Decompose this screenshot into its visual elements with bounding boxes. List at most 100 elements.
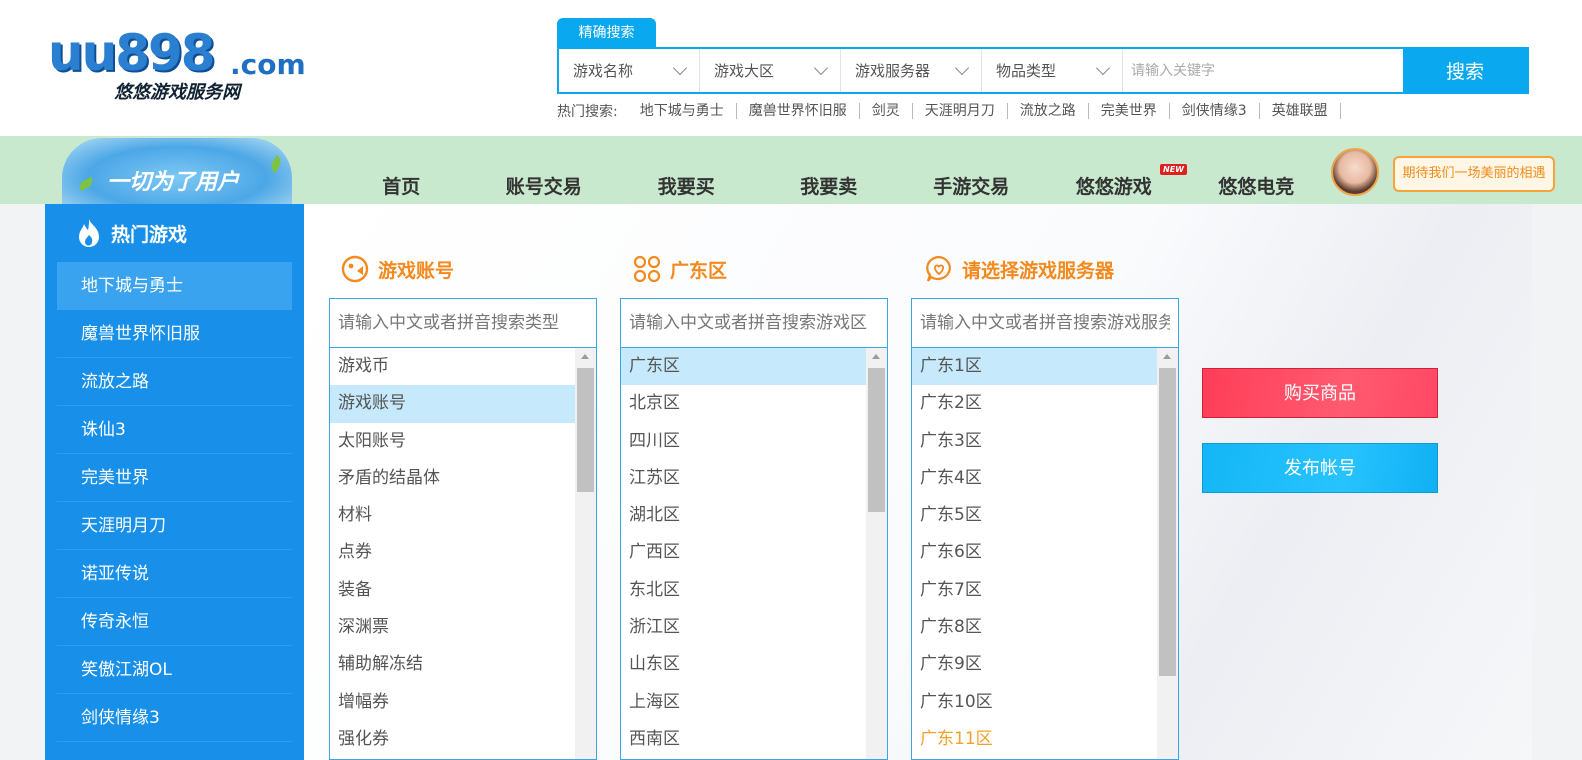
game-server-select[interactable]: 游戏服务器 — [841, 49, 982, 92]
list-item[interactable]: 广东7区 — [912, 572, 1158, 609]
logo-domain: .com — [230, 48, 306, 81]
column-title-server: 请选择游戏服务器 — [924, 254, 1114, 284]
sidebar-item-noah[interactable]: 诺亚传说 — [57, 550, 292, 598]
list-item[interactable]: 广东3区 — [912, 423, 1158, 460]
region-search-input[interactable] — [621, 299, 887, 348]
list-item[interactable]: 广东4区 — [912, 460, 1158, 497]
list-item[interactable]: 深渊票 — [330, 609, 576, 646]
list-item[interactable]: 游戏账号 — [330, 385, 576, 423]
category-list-box: 游戏币 游戏账号 太阳账号 矛盾的结晶体 材料 点券 装备 深渊票 辅助解冻结 … — [329, 298, 597, 760]
hot-search-link[interactable]: 地下城与勇士 — [628, 103, 737, 119]
chevron-down-icon — [954, 60, 970, 76]
precise-search-tab[interactable]: 精确搜索 — [557, 18, 656, 48]
sidebar-item-legend-eternal[interactable]: 传奇永恒 — [57, 598, 292, 646]
list-item[interactable]: 强化券 — [330, 721, 576, 758]
site-logo[interactable]: uu898 .com 悠悠游戏服务网 — [48, 24, 306, 104]
keyword-search-input[interactable] — [1123, 49, 1403, 92]
scroll-up-arrow-icon[interactable] — [581, 354, 589, 359]
buy-goods-button[interactable]: 购买商品 — [1202, 368, 1438, 418]
sidebar-item-perfect-world[interactable]: 完美世界 — [57, 454, 292, 502]
list-item[interactable]: 东北区 — [621, 572, 867, 609]
scrollbar[interactable] — [575, 348, 596, 759]
list-item[interactable]: 四川区 — [621, 423, 867, 460]
game-name-select[interactable]: 游戏名称 — [559, 49, 700, 92]
server-search-input[interactable] — [912, 299, 1178, 348]
list-item[interactable]: 上海区 — [621, 684, 867, 721]
list-item[interactable]: 装备 — [330, 572, 576, 609]
column-title-text: 游戏账号 — [378, 259, 455, 282]
publish-account-button[interactable]: 发布帐号 — [1202, 443, 1438, 493]
list-item[interactable]: 西南区 — [621, 721, 867, 758]
list-item[interactable]: 广东9区 — [912, 646, 1158, 683]
list-item[interactable]: 广东6区 — [912, 534, 1158, 571]
list-item[interactable]: 广东区 — [621, 348, 867, 386]
game-name-select-label: 游戏名称 — [573, 62, 634, 80]
list-item[interactable]: 广西区 — [621, 534, 867, 571]
list-item[interactable]: 北京区 — [621, 385, 867, 422]
nav-uu-games[interactable]: 悠悠游戏 NEW — [1043, 164, 1187, 199]
list-item[interactable]: 广东5区 — [912, 497, 1158, 534]
hot-search-link[interactable]: 剑灵 — [860, 103, 913, 119]
sidebar-item-xiaoao[interactable]: 笑傲江湖OL — [57, 646, 292, 694]
hot-search-link[interactable]: 剑侠情缘3 — [1170, 103, 1260, 119]
nav-sell[interactable]: 我要卖 — [758, 172, 901, 199]
list-item[interactable]: 湖北区 — [621, 497, 867, 534]
chat-heart-icon — [926, 255, 951, 282]
flame-icon — [79, 219, 99, 247]
sidebar-header: 热门游戏 — [45, 204, 304, 262]
list-item[interactable]: 太阳账号 — [330, 423, 576, 460]
list-item[interactable]: 浙江区 — [621, 609, 867, 646]
nav-home[interactable]: 首页 — [330, 172, 473, 199]
list-item[interactable]: 广东11区 — [912, 721, 1158, 758]
game-region-select[interactable]: 游戏大区 — [700, 49, 841, 92]
scrollbar-thumb[interactable] — [1159, 368, 1176, 676]
main-nav: 首页 账号交易 我要买 我要卖 手游交易 悠悠游戏 NEW 悠悠电竞 — [330, 164, 1328, 199]
category-search-input[interactable] — [330, 299, 596, 348]
scrollbar[interactable] — [866, 348, 887, 759]
hot-search-link[interactable]: 天涯明月刀 — [913, 103, 1008, 119]
item-type-select[interactable]: 物品类型 — [982, 49, 1123, 92]
nav-uu-esports[interactable]: 悠悠电竞 — [1185, 172, 1328, 199]
nav-account-trade[interactable]: 账号交易 — [473, 172, 616, 199]
sidebar-item-jx3[interactable]: 剑侠情缘3 — [57, 694, 292, 742]
hot-search-link[interactable]: 流放之路 — [1008, 103, 1089, 119]
nav-mobile-trade[interactable]: 手游交易 — [900, 172, 1043, 199]
sidebar-item-wow-classic[interactable]: 魔兽世界怀旧服 — [57, 310, 292, 358]
list-item[interactable]: 广东1区 — [912, 348, 1158, 386]
region-list: 广东区 北京区 四川区 江苏区 湖北区 广西区 东北区 浙江区 山东区 上海区 … — [621, 348, 867, 758]
scroll-up-arrow-icon[interactable] — [1163, 354, 1171, 359]
column-title-region: 广东区 — [632, 254, 727, 284]
scrollbar[interactable] — [1157, 348, 1178, 759]
list-item[interactable]: 增幅券 — [330, 684, 576, 721]
column-title-text: 请选择游戏服务器 — [962, 259, 1115, 282]
list-item[interactable]: 广东10区 — [912, 684, 1158, 721]
column-title-category: 游戏账号 — [340, 254, 454, 284]
scrollbar-thumb[interactable] — [577, 368, 594, 492]
sidebar-item-dnf[interactable]: 地下城与勇士 — [57, 262, 292, 310]
hot-search-label: 热门搜索: — [557, 104, 618, 120]
list-item[interactable]: 点券 — [330, 534, 576, 571]
hot-search-link[interactable]: 魔兽世界怀旧服 — [737, 103, 860, 119]
slogan-text: 一切为了用户 — [107, 170, 240, 195]
category-list: 游戏币 游戏账号 太阳账号 矛盾的结晶体 材料 点券 装备 深渊票 辅助解冻结 … — [330, 348, 576, 758]
sidebar-item-poe[interactable]: 流放之路 — [57, 358, 292, 406]
nav-buy[interactable]: 我要买 — [615, 172, 758, 199]
list-item[interactable]: 矛盾的结晶体 — [330, 460, 576, 497]
hot-search-link[interactable]: 完美世界 — [1089, 103, 1170, 119]
list-item[interactable]: 广东2区 — [912, 385, 1158, 422]
list-item[interactable]: 江苏区 — [621, 460, 867, 497]
sidebar-item-tianya[interactable]: 天涯明月刀 — [57, 502, 292, 550]
server-list: 广东1区 广东2区 广东3区 广东4区 广东5区 广东6区 广东7区 广东8区 … — [912, 348, 1158, 758]
hot-search-link[interactable]: 英雄联盟 — [1260, 103, 1341, 119]
list-item[interactable]: 广东8区 — [912, 609, 1158, 646]
list-item[interactable]: 山东区 — [621, 646, 867, 683]
list-item[interactable]: 材料 — [330, 497, 576, 534]
scrollbar-thumb[interactable] — [868, 368, 885, 512]
chevron-down-icon — [1095, 60, 1111, 76]
hot-searches: 热门搜索: 地下城与勇士 魔兽世界怀旧服 剑灵 天涯明月刀 流放之路 完美世界 … — [557, 100, 1341, 122]
list-item[interactable]: 辅助解冻结 — [330, 646, 576, 683]
search-button[interactable]: 搜索 — [1403, 49, 1527, 92]
scroll-up-arrow-icon[interactable] — [872, 354, 880, 359]
list-item[interactable]: 游戏币 — [330, 348, 576, 385]
sidebar-item-zhuxian3[interactable]: 诛仙3 — [57, 406, 292, 454]
